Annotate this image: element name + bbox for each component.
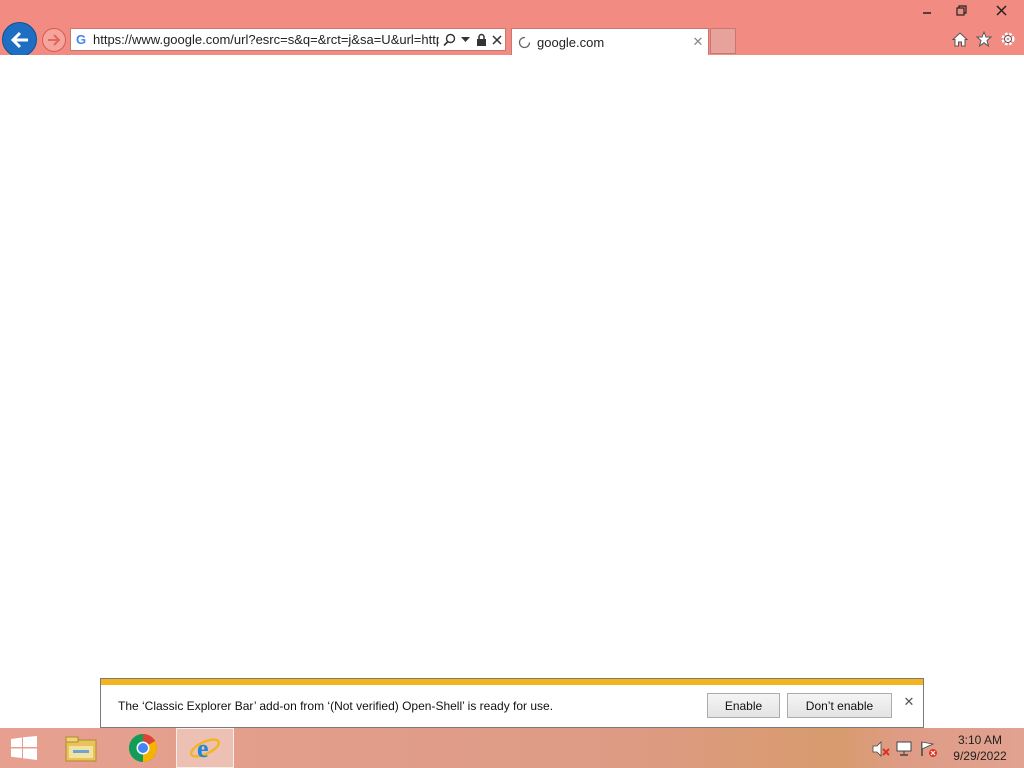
system-tray: [872, 740, 938, 758]
lock-icon[interactable]: [473, 30, 489, 50]
forward-button[interactable]: [42, 28, 66, 52]
tab-google[interactable]: google.com ✕: [511, 28, 709, 55]
close-window-button[interactable]: [978, 0, 1024, 20]
tab-close-icon[interactable]: ✕: [688, 35, 708, 50]
notification-close-icon[interactable]: ✕: [902, 696, 916, 710]
network-icon[interactable]: [896, 740, 914, 758]
forward-arrow-icon: [48, 34, 61, 46]
notification-accent-stripe: [101, 679, 923, 685]
close-icon: [995, 4, 1007, 16]
chrome-icon: [129, 734, 157, 762]
gear-icon: [1001, 32, 1015, 46]
start-button[interactable]: [0, 728, 48, 768]
star-icon: [976, 31, 992, 47]
address-bar: G: [70, 28, 506, 51]
action-center-flag-icon[interactable]: [920, 740, 938, 758]
home-button[interactable]: [950, 29, 970, 49]
url-input[interactable]: [91, 32, 441, 47]
favorites-button[interactable]: [974, 29, 994, 49]
taskbar-clock[interactable]: 3:10 AM 9/29/2022: [944, 733, 1016, 764]
restore-button[interactable]: [944, 0, 978, 20]
tab-title: google.com: [537, 34, 605, 50]
enable-button[interactable]: Enable: [707, 693, 780, 718]
dont-enable-button[interactable]: Don’t enable: [787, 693, 892, 718]
new-tab-button[interactable]: [710, 28, 736, 54]
minimize-icon: [923, 12, 931, 14]
svg-text:e: e: [197, 734, 209, 763]
back-button[interactable]: [2, 22, 37, 57]
settings-button[interactable]: [998, 29, 1018, 49]
taskbar-chrome[interactable]: [114, 728, 172, 768]
back-arrow-icon: [10, 31, 28, 48]
volume-muted-icon[interactable]: [872, 740, 890, 758]
browser-toolbar: G google.com ✕: [0, 0, 1024, 57]
home-icon: [952, 31, 968, 46]
google-site-icon: G: [75, 32, 87, 47]
page-content: [0, 55, 1024, 678]
clock-date: 9/29/2022: [953, 749, 1007, 763]
windows-logo-icon: [11, 736, 37, 760]
addon-notification-bar: The ‘Classic Explorer Bar’ add-on from ‘…: [100, 678, 924, 728]
taskbar: e 3:10 AM 9/29/2022: [0, 728, 1024, 768]
loading-spinner-icon: [518, 36, 531, 48]
taskbar-internet-explorer[interactable]: e: [176, 728, 234, 768]
restore-icon: [955, 4, 967, 16]
window-controls: [910, 0, 1024, 22]
stop-icon[interactable]: [489, 30, 505, 50]
file-explorer-icon: [65, 736, 97, 762]
dropdown-arrow-icon[interactable]: [457, 30, 473, 50]
right-toolbar: [950, 29, 1018, 49]
internet-explorer-icon: e: [189, 734, 221, 763]
taskbar-file-explorer[interactable]: [52, 728, 110, 768]
search-icon[interactable]: [441, 30, 457, 50]
notification-message: The ‘Classic Explorer Bar’ add-on from ‘…: [118, 699, 554, 713]
clock-time: 3:10 AM: [957, 733, 1003, 747]
minimize-button[interactable]: [910, 0, 944, 20]
